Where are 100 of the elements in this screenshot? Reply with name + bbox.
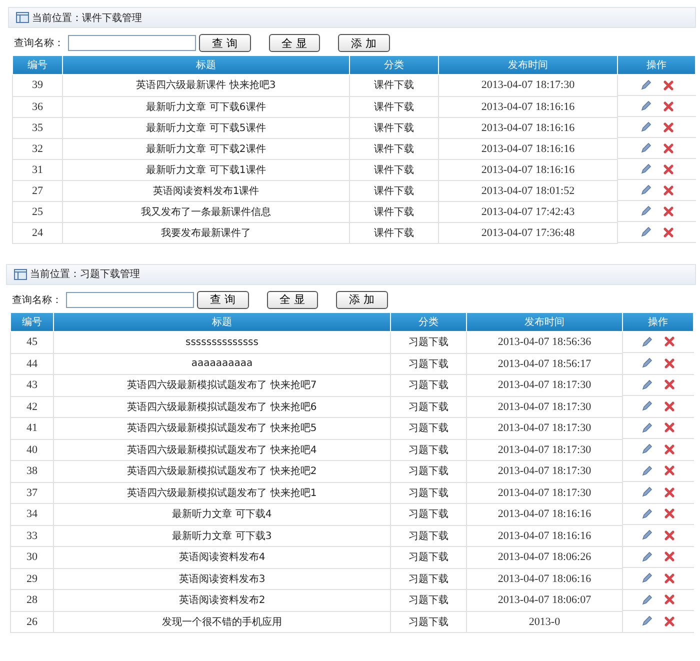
edit-icon[interactable]	[640, 184, 652, 196]
table-cell: 习题下载	[390, 546, 466, 568]
table-cell: 2013-04-07 18:16:16	[438, 138, 618, 159]
table-cell: 2013-04-07 18:16:16	[438, 96, 618, 117]
table-cell: 课件下载	[350, 180, 438, 201]
search-field[interactable]	[66, 292, 194, 308]
column-header: 发布时间	[438, 56, 618, 74]
table-cell: 30	[10, 546, 54, 568]
table-cell: 36	[12, 96, 62, 117]
delete-icon[interactable]	[664, 400, 676, 412]
table-cell: 习题下载	[390, 331, 466, 353]
table-cell: 习题下载	[390, 590, 466, 611]
delete-icon[interactable]	[664, 508, 676, 520]
table-cell: 2013-04-07 18:17:30	[466, 482, 622, 504]
table-cell: 2013-04-07 18:16:16	[438, 117, 618, 138]
table-cell: 24	[12, 222, 62, 243]
panel-icon	[16, 12, 29, 23]
delete-icon[interactable]	[662, 80, 674, 90]
edit-icon[interactable]	[640, 205, 652, 217]
search-field[interactable]	[68, 35, 196, 51]
edit-icon[interactable]	[641, 529, 654, 542]
edit-icon[interactable]	[641, 615, 654, 628]
search-button[interactable]: 查 询	[199, 34, 250, 52]
edit-icon[interactable]	[640, 142, 652, 154]
table-cell: 英语四六级最新模拟试题发布了 快来抢吧5	[54, 418, 390, 439]
delete-icon[interactable]	[664, 358, 676, 369]
edit-icon[interactable]	[641, 464, 654, 477]
delete-icon[interactable]	[664, 336, 676, 348]
table-cell: 课件下载	[350, 117, 438, 138]
search-button[interactable]: 查 询	[197, 290, 248, 308]
table-cell: 2013-04-07 18:16:16	[466, 525, 622, 546]
column-header: 分类	[350, 56, 438, 74]
edit-icon[interactable]	[640, 121, 652, 133]
add-button[interactable]: 添 加	[336, 290, 388, 308]
table-cell: ssssssssssssss	[54, 331, 390, 353]
edit-icon[interactable]	[641, 486, 654, 498]
table-cell: 27	[12, 180, 62, 201]
table-cell: 2013-04-07 18:06:07	[466, 590, 622, 611]
table-cell: 2013-04-07 17:36:48	[438, 222, 618, 243]
table-cell: 最新听力文章 可下载3	[54, 525, 390, 546]
location-text: 当前位置：课件下载管理	[32, 12, 142, 24]
table-cell: 2013-04-07 18:06:26	[466, 546, 622, 568]
edit-icon[interactable]	[640, 163, 652, 175]
table-cell: 2013-04-07 18:06:16	[466, 568, 622, 590]
delete-icon[interactable]	[664, 616, 676, 627]
column-header: 发布时间	[466, 312, 622, 331]
edit-icon[interactable]	[640, 79, 652, 91]
delete-icon[interactable]	[662, 226, 674, 238]
table-cell: 习题下载	[390, 525, 466, 546]
edit-icon[interactable]	[641, 443, 654, 456]
table-cell: 28	[10, 590, 54, 611]
delete-icon[interactable]	[662, 184, 674, 196]
delete-icon[interactable]	[664, 465, 676, 476]
search-label: 查询名称：	[14, 36, 64, 50]
delete-icon[interactable]	[662, 206, 674, 216]
delete-icon[interactable]	[664, 379, 676, 390]
edit-icon[interactable]	[641, 378, 654, 391]
table-cell: 2013-04-07 17:42:43	[438, 201, 618, 222]
edit-icon[interactable]	[641, 357, 654, 370]
delete-icon[interactable]	[662, 142, 674, 154]
delete-icon[interactable]	[664, 551, 676, 562]
edit-icon[interactable]	[641, 550, 654, 563]
table-cell: 39	[12, 74, 62, 96]
delete-icon[interactable]	[662, 164, 674, 174]
table-cell: 40	[10, 439, 54, 460]
delete-icon[interactable]	[664, 530, 676, 541]
table-cell: 习题下载	[390, 611, 466, 632]
edit-icon[interactable]	[641, 336, 654, 348]
delete-icon[interactable]	[664, 486, 676, 498]
column-header: 标题	[54, 312, 390, 331]
delete-icon[interactable]	[664, 422, 676, 434]
table-cell: 37	[10, 482, 54, 504]
panel-icon	[14, 268, 27, 280]
edit-icon[interactable]	[640, 226, 652, 238]
column-header: 编号	[10, 312, 54, 331]
add-button[interactable]: 添 加	[338, 34, 390, 52]
delete-icon[interactable]	[664, 572, 676, 584]
delete-icon[interactable]	[664, 444, 676, 455]
table-cell: 2013-04-07 18:16:16	[466, 504, 622, 525]
table-cell: 34	[10, 504, 54, 525]
edit-icon[interactable]	[641, 594, 654, 606]
table-cell: 2013-04-07 18:17:30	[466, 460, 622, 482]
table-cell: 习题下载	[390, 374, 466, 396]
delete-icon[interactable]	[662, 100, 674, 112]
edit-icon[interactable]	[641, 508, 654, 520]
delete-icon[interactable]	[662, 122, 674, 132]
edit-icon[interactable]	[640, 100, 652, 112]
edit-icon[interactable]	[641, 572, 654, 584]
table-cell: 43	[10, 374, 54, 396]
table-cell: 习题下载	[390, 504, 466, 525]
table-cell: 课件下载	[350, 159, 438, 180]
edit-icon[interactable]	[641, 422, 654, 434]
edit-icon[interactable]	[641, 400, 654, 412]
show-all-button[interactable]: 全 显	[266, 290, 318, 308]
delete-icon[interactable]	[664, 594, 676, 606]
table-cell: 2013-04-07 18:01:52	[438, 180, 618, 201]
table-cell: 2013-04-07 18:56:36	[466, 331, 622, 353]
show-all-button[interactable]: 全 显	[268, 34, 320, 52]
table-cell: 我要发布最新课件了	[62, 222, 350, 243]
table-cell: 英语四六级最新模拟试题发布了 快来抢吧7	[54, 374, 390, 396]
